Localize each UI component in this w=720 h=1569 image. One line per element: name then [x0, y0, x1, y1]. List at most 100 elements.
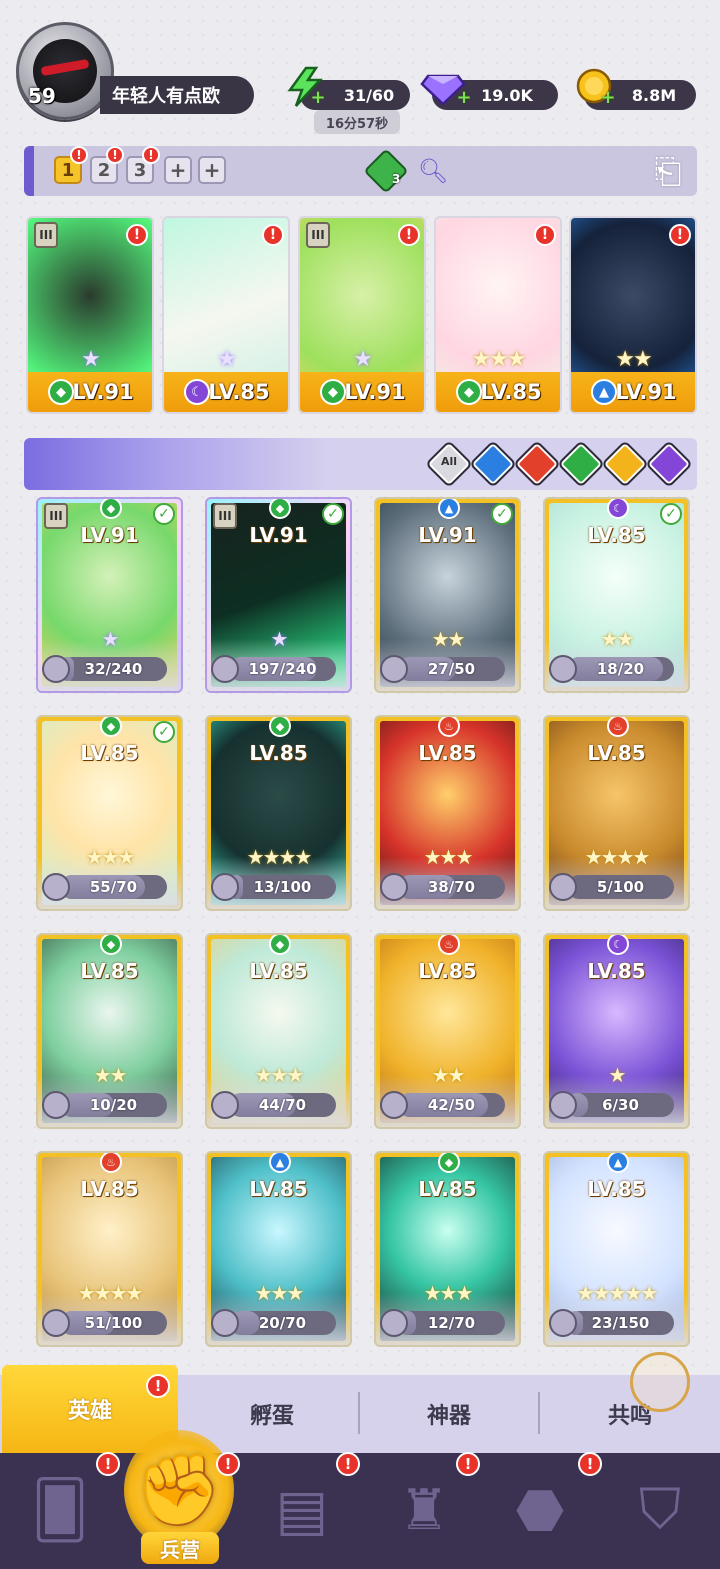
hero-card[interactable]: ◆ LV.85 ★★★ 44/70	[205, 933, 352, 1129]
hero-stars: ★★★	[423, 845, 474, 869]
shard-icon	[211, 873, 239, 901]
nav-guild-banner-icon[interactable]: ⛉	[620, 1470, 700, 1550]
dark-element-icon: ☾	[607, 935, 629, 955]
player-name[interactable]: 年轻人有点欧	[100, 76, 254, 114]
hero-card[interactable]: ♨ LV.85 ★★★★ 51/100	[36, 1151, 183, 1347]
shard-progress-bar: 10/20	[60, 1093, 167, 1117]
shard-progress-text: 20/70	[258, 1314, 307, 1332]
gems-plus-icon[interactable]: +	[456, 89, 472, 107]
team-hero-card-5[interactable]: ! ★★ LV.91 ▲	[569, 216, 697, 414]
energy-plus-icon[interactable]: +	[310, 89, 326, 107]
hero-stars: ★★★	[423, 1281, 474, 1305]
hero-card[interactable]: ▲ LV.85 ★★★★★ 23/150	[543, 1151, 690, 1347]
hero-card[interactable]: ♨ LV.85 ★★★★ 5/100	[543, 715, 690, 911]
hero-card[interactable]: ▲ ✓ LV.91 ★★ 27/50	[374, 497, 521, 693]
energy-value: 31/60	[343, 85, 395, 105]
rank-icon: III	[34, 222, 58, 248]
team-hero-level-band: LV.85	[164, 372, 288, 412]
nature-element-icon: ◆	[269, 717, 291, 737]
hero-level: LV.85	[249, 741, 308, 765]
hero-stars: ★★★★	[246, 845, 313, 869]
shard-progress-bar: 197/240	[229, 657, 336, 681]
hero-card[interactable]: III ◆ ✓ LV.91 ★ 197/240	[205, 497, 352, 693]
shard-progress-text: 44/70	[258, 1096, 307, 1114]
shard-progress-bar: 44/70	[229, 1093, 336, 1117]
nav-castle-icon[interactable]: ♜	[384, 1470, 464, 1550]
shard-progress-text: 10/20	[89, 1096, 138, 1114]
hero-level: LV.85	[80, 741, 139, 765]
shard-icon	[549, 873, 577, 901]
hero-card[interactable]: ◆ ✓ LV.85 ★★★ 55/70	[36, 715, 183, 911]
shard-progress-text: 42/50	[427, 1096, 476, 1114]
hero-stars: ★★★★	[77, 1281, 144, 1305]
hero-card[interactable]: ☾ LV.85 ★ 6/30	[543, 933, 690, 1129]
nav-mushroom-house-icon[interactable]: ⬣	[500, 1470, 580, 1550]
shard-progress-text: 23/150	[591, 1314, 650, 1332]
player-level: 59	[28, 84, 56, 108]
nature-element-icon: ◆	[438, 1153, 460, 1173]
hero-card[interactable]: ▲ LV.85 ★★★ 20/70	[205, 1151, 352, 1347]
constellation-icon[interactable]	[630, 1352, 690, 1412]
team-tab-add-2[interactable]: +	[198, 156, 226, 184]
hero-stars: ★★★	[254, 1063, 305, 1087]
shard-icon	[380, 655, 408, 683]
shard-icon	[549, 1091, 577, 1119]
alert-badge: !	[669, 224, 691, 246]
shard-progress-bar: 27/50	[398, 657, 505, 681]
team-hero-level: LV.91	[615, 380, 677, 404]
hero-card[interactable]: ◆ LV.85 ★★ 10/20	[36, 933, 183, 1129]
hero-card[interactable]: ♨ LV.85 ★★ 42/50	[374, 933, 521, 1129]
hero-stars: ★★★	[85, 845, 136, 869]
coins-plus-icon[interactable]: +	[600, 89, 616, 107]
shard-progress-text: 32/240	[84, 660, 143, 678]
nature-element-icon: ◆	[269, 935, 291, 955]
shard-icon	[549, 655, 577, 683]
shard-progress-bar: 42/50	[398, 1093, 505, 1117]
hero-card[interactable]: ◆ LV.85 ★★★ 12/70	[374, 1151, 521, 1347]
shard-icon	[42, 1309, 70, 1337]
search-icon[interactable]: 🔍︎	[418, 156, 448, 186]
nav-map-book-icon[interactable]: ▤	[262, 1470, 342, 1550]
hero-card[interactable]: III ◆ ✓ LV.91 ★ 32/240	[36, 497, 183, 693]
hero-card[interactable]: ◆ LV.85 ★★★★ 13/100	[205, 715, 352, 911]
hero-level: LV.85	[418, 1177, 477, 1201]
shard-progress-text: 5/100	[596, 878, 645, 896]
nature-element-icon: ◆	[100, 935, 122, 955]
hero-level: LV.85	[80, 959, 139, 983]
shard-progress-text: 197/240	[248, 660, 317, 678]
team-hero-card-4[interactable]: ! ★★★ LV.85 ◆	[434, 216, 562, 414]
team-hero-card-2[interactable]: ! ★ LV.85 ☾	[162, 216, 290, 414]
tab-artifact[interactable]: 神器	[360, 1375, 538, 1453]
hero-stars: ★	[270, 627, 289, 651]
shard-progress-text: 13/100	[253, 878, 312, 896]
tab-heroes-alert-badge: !	[146, 1374, 170, 1398]
alert-badge: !	[398, 224, 420, 246]
shard-progress-bar: 6/30	[567, 1093, 674, 1117]
hero-level: LV.85	[587, 959, 646, 983]
share-icon[interactable]: ⎗	[646, 150, 690, 194]
team-hero-card-3[interactable]: III ! ★ LV.91 ◆	[298, 216, 426, 414]
coins-value: 8.8M	[631, 85, 677, 105]
shard-progress-bar: 32/240	[60, 657, 167, 681]
gems-value: 19.0K	[481, 85, 533, 105]
hero-card[interactable]: ♨ LV.85 ★★★ 38/70	[374, 715, 521, 911]
shard-progress-text: 51/100	[84, 1314, 143, 1332]
nature-element-icon: ◆	[456, 379, 482, 405]
team-hero-card-1[interactable]: III ! ★ LV.91 ◆	[26, 216, 154, 414]
team-tab-add-1[interactable]: +	[164, 156, 192, 184]
team-tab-1-alert-badge: !	[70, 146, 88, 164]
shard-icon	[380, 873, 408, 901]
hero-stars: ★★★★★	[576, 1281, 659, 1305]
hero-level: LV.85	[80, 1177, 139, 1201]
fire-element-icon: ♨	[100, 1153, 122, 1173]
in-team-check-icon: ✓	[660, 503, 682, 525]
shard-icon	[211, 655, 239, 683]
hero-level: LV.91	[249, 523, 308, 547]
nav-cards-icon[interactable]: 🂠	[20, 1470, 100, 1550]
dark-element-icon: ☾	[607, 499, 629, 519]
shard-progress-bar: 18/20	[567, 657, 674, 681]
team-hero-level-band: LV.85	[436, 372, 560, 412]
hero-card[interactable]: ☾ ✓ LV.85 ★★ 18/20	[543, 497, 690, 693]
shard-icon	[42, 1091, 70, 1119]
shard-progress-bar: 38/70	[398, 875, 505, 899]
